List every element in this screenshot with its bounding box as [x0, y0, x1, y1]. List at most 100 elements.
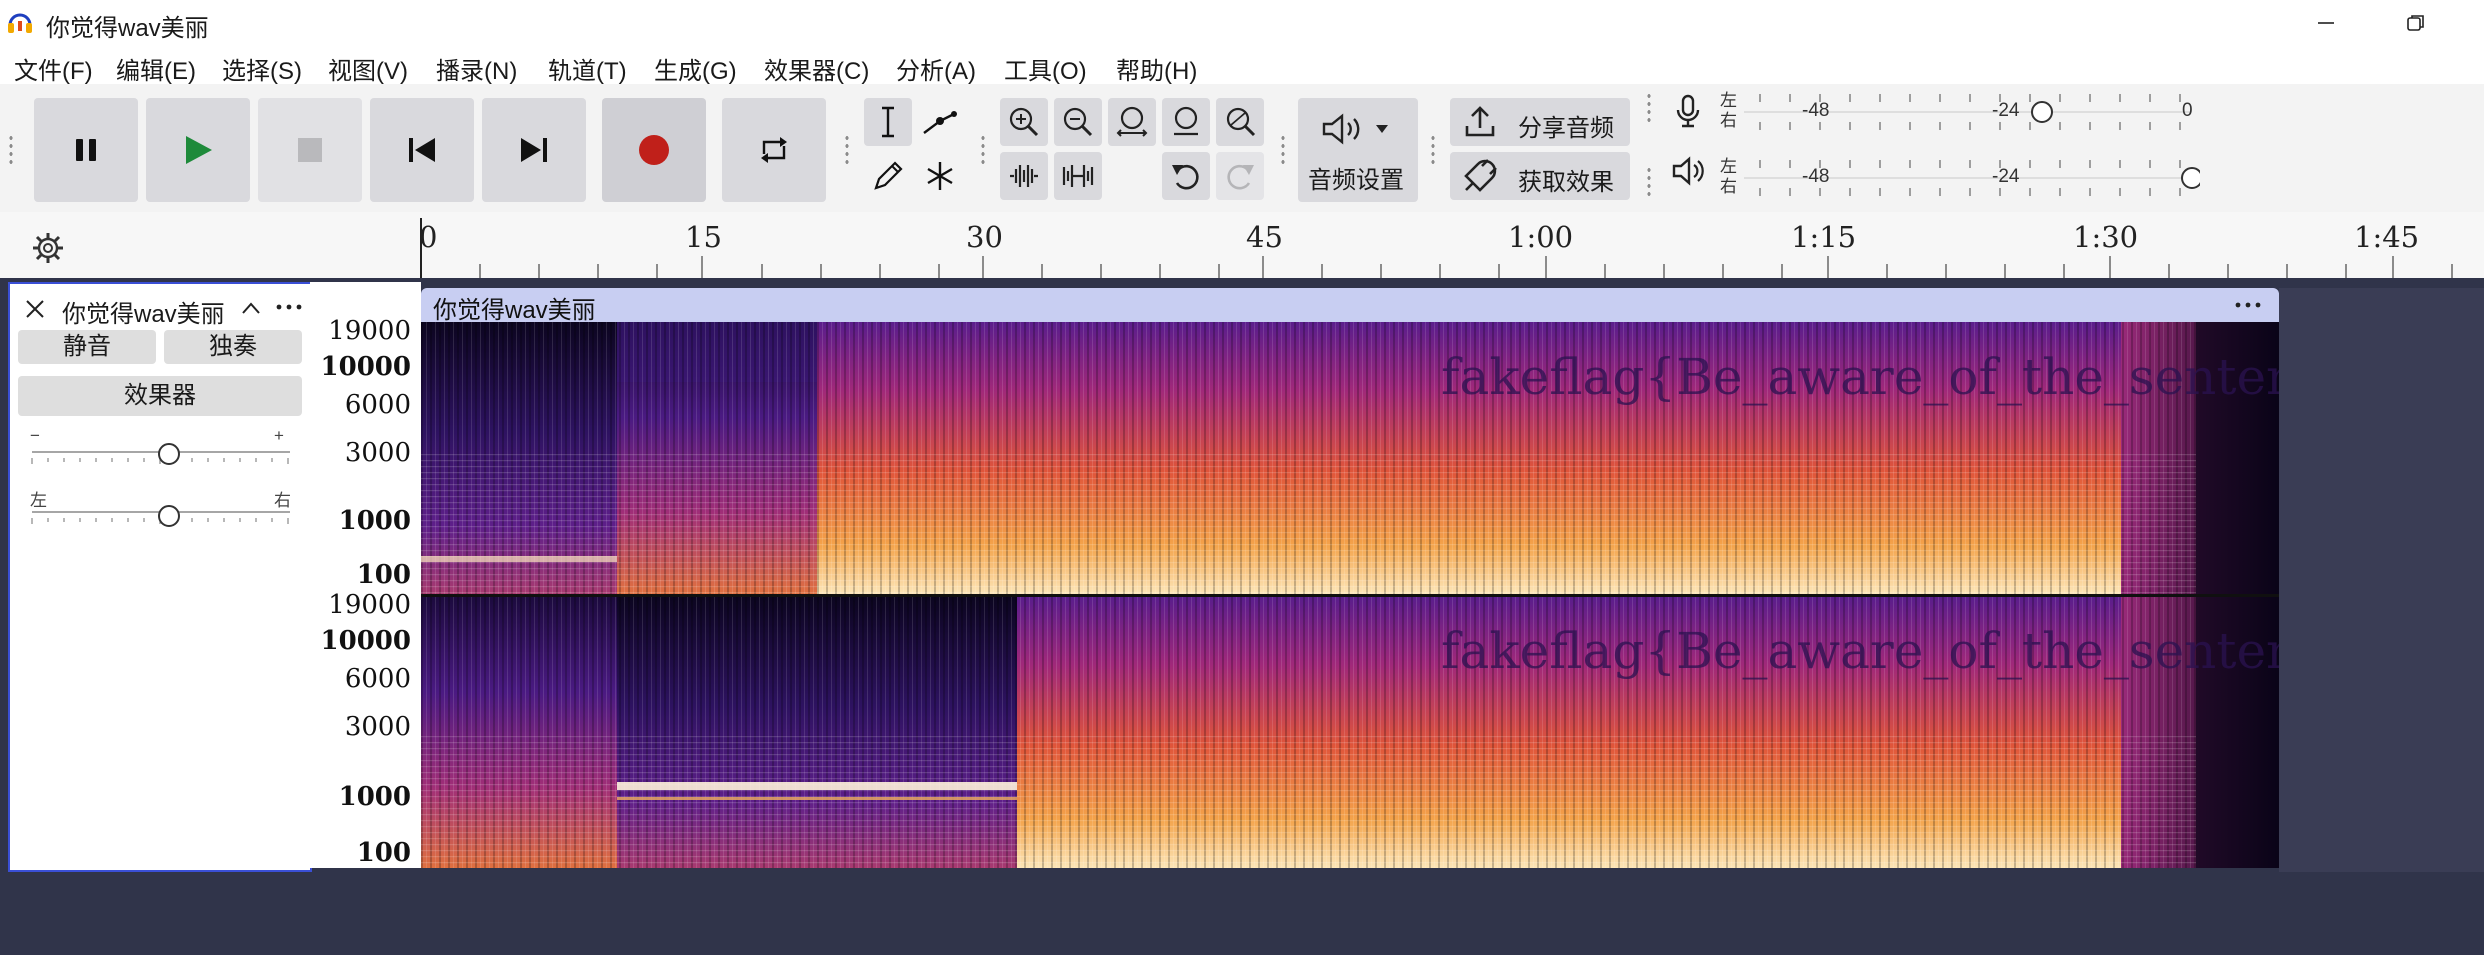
upload-icon: [1465, 106, 1495, 137]
skip-to-start-icon: [409, 138, 435, 162]
menu-file[interactable]: 文件(F): [14, 51, 93, 86]
toolbar-grip[interactable]: [844, 134, 850, 164]
timeline-ruler[interactable]: 0 15 30 45 1:00 1:15 1:30 1:45: [0, 212, 2484, 279]
pause-button[interactable]: [34, 98, 138, 202]
record-meter-button[interactable]: [1664, 88, 1712, 134]
stop-button[interactable]: [258, 98, 362, 202]
zoom-toggle-icon: [1226, 107, 1256, 137]
play-icon: [186, 136, 212, 164]
track-name[interactable]: 你觉得wav美丽: [62, 294, 225, 329]
selection-tool-button[interactable]: [864, 98, 912, 146]
skip-to-end-icon: [521, 138, 547, 162]
record-meter[interactable]: 左 右 -48 -24 0: [1720, 90, 2200, 134]
ruler-label: 1:00: [1508, 220, 1574, 254]
speaker-dropdown-icon: [1322, 113, 1388, 145]
menu-analyze[interactable]: 分析(A): [896, 51, 976, 86]
plug-icon: [1464, 159, 1497, 192]
spectrogram-view[interactable]: fakeflag{Be_aware_of_the_sentences_initi…: [421, 322, 2279, 868]
empty-track-region[interactable]: [2279, 288, 2484, 872]
stop-icon: [298, 138, 322, 162]
more-options-icon[interactable]: [274, 302, 304, 312]
clip-header[interactable]: 你觉得wav美丽: [421, 288, 2279, 324]
envelope-icon: [923, 111, 957, 134]
loop-button[interactable]: [722, 98, 826, 202]
solo-button[interactable]: 独奏: [164, 330, 302, 364]
record-button[interactable]: [602, 98, 706, 202]
get-effects-label: 获取效果: [1518, 169, 1614, 196]
audio-setup-label: 音频设置: [1308, 167, 1404, 194]
restore-button[interactable]: [2382, 0, 2450, 46]
meter-tick-label: -48: [1802, 166, 1830, 187]
freq-label: 3000: [344, 712, 411, 742]
play-button[interactable]: [146, 98, 250, 202]
toolbar-grip[interactable]: [1280, 134, 1286, 164]
ruler-label: 15: [685, 220, 722, 254]
mute-button[interactable]: 静音: [18, 330, 156, 364]
menu-edit[interactable]: 编辑(E): [116, 51, 196, 86]
multi-tool-button[interactable]: [916, 152, 964, 200]
menu-help[interactable]: 帮助(H): [1116, 51, 1197, 86]
menu-tools[interactable]: 工具(O): [1004, 51, 1087, 86]
chevron-up-icon[interactable]: [240, 300, 262, 316]
undo-button[interactable]: [1162, 152, 1210, 200]
skip-to-start-button[interactable]: [370, 98, 474, 202]
effects-button[interactable]: 效果器: [18, 376, 302, 416]
menu-tracks[interactable]: 轨道(T): [548, 51, 627, 86]
pan-slider[interactable]: [28, 502, 296, 536]
audio-setup-button[interactable]: 音频设置: [1298, 98, 1418, 202]
i-beam-icon: [882, 106, 894, 138]
trim-audio-button[interactable]: [1000, 152, 1048, 200]
freq-label: 6000: [344, 664, 411, 694]
redo-icon: [1227, 164, 1254, 190]
close-icon[interactable]: [24, 298, 46, 320]
redo-button[interactable]: [1216, 152, 1264, 200]
asterisk-icon: [927, 162, 953, 190]
gain-slider-thumb: [158, 443, 180, 465]
fit-selection-button[interactable]: [1108, 98, 1156, 146]
ruler-label: 0: [419, 220, 438, 254]
menu-view[interactable]: 视图(V): [328, 51, 408, 86]
zoom-in-icon: [1009, 107, 1039, 137]
freq-label: 100: [356, 838, 411, 868]
zoom-in-button[interactable]: [1000, 98, 1048, 146]
menu-effect[interactable]: 效果器(C): [764, 51, 869, 86]
silence-audio-button[interactable]: [1054, 152, 1102, 200]
gain-slider[interactable]: [28, 442, 296, 476]
frequency-scale[interactable]: 19000 10000 6000 3000 1000 100 19000 100…: [310, 282, 421, 868]
toolbar-grip[interactable]: [8, 134, 14, 164]
pause-icon: [76, 139, 96, 161]
empty-project-area[interactable]: [0, 876, 2484, 955]
track-control-panel[interactable]: 你觉得wav美丽 静音 独奏 效果器 − + 左 右: [8, 282, 312, 872]
zoom-out-button[interactable]: [1054, 98, 1102, 146]
freq-label: 19000: [328, 316, 411, 346]
toolbar-grip[interactable]: [1646, 166, 1652, 196]
menu-transport[interactable]: 播录(N): [436, 51, 517, 86]
share-audio-button[interactable]: 分享音频: [1450, 98, 1630, 146]
menu-select[interactable]: 选择(S): [222, 51, 302, 86]
envelope-tool-button[interactable]: [916, 98, 964, 146]
clip-menu-icon[interactable]: [2233, 300, 2263, 310]
playback-meter[interactable]: 左 右 -48 -24: [1720, 156, 2200, 200]
toolbar-grip[interactable]: [1646, 92, 1652, 122]
fit-project-button[interactable]: [1162, 98, 1210, 146]
zoom-fit-icon: [1174, 106, 1198, 136]
zoom-toggle-button[interactable]: [1216, 98, 1264, 146]
draw-tool-button[interactable]: [864, 152, 912, 200]
ruler-label: 30: [966, 220, 1003, 254]
skip-to-end-button[interactable]: [482, 98, 586, 202]
spectrogram-hidden-text: fakeflag{Be_aware_of_the_sentences_initi…: [1441, 348, 2279, 406]
playback-meter-button[interactable]: [1664, 148, 1712, 194]
toolbar-grip[interactable]: [1430, 134, 1436, 164]
toolbar-grip[interactable]: [980, 134, 986, 164]
menu-generate[interactable]: 生成(G): [654, 51, 737, 86]
minimize-button[interactable]: [2292, 0, 2360, 46]
get-effects-button[interactable]: 获取效果: [1450, 152, 1630, 200]
meter-tick-label: -24: [1992, 166, 2020, 187]
silence-icon: [1062, 165, 1094, 187]
title-bar: 你觉得wav美丽: [0, 0, 2484, 46]
restore-icon: [2407, 15, 2424, 31]
window-title: 你觉得wav美丽: [46, 15, 209, 42]
record-volume-thumb: [2031, 101, 2053, 123]
meter-right-label: 右: [1720, 177, 1737, 196]
freq-label: 10000: [320, 626, 411, 656]
